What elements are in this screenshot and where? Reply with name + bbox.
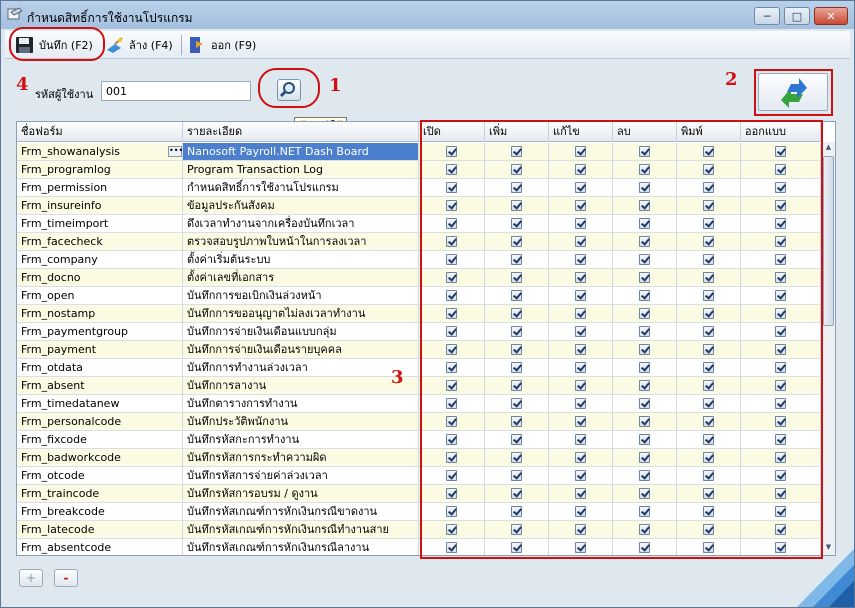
description-cell: บันทึกการขออนุญาตไม่ลงเวลาทำงาน — [183, 305, 419, 322]
description-cell: ดึงเวลาทำงานจากเครื่องบันทึกเวลา — [183, 215, 419, 232]
description-cell: บันทึกประวัติพนักงาน — [183, 413, 419, 430]
add-row-button[interactable]: + — [19, 569, 43, 587]
form-name-cell[interactable]: Frm_payment — [17, 341, 183, 358]
description-cell: บันทึกรหัสการอบรม / ดูงาน — [183, 485, 419, 502]
form-name-cell[interactable]: Frm_facecheck — [17, 233, 183, 250]
toolbar: บันทึก (F2) ล้าง (F4) ออก (F9) — [5, 31, 850, 59]
user-id-label: รหัสผู้ใช้งาน — [35, 88, 94, 101]
close-icon: ✕ — [826, 9, 836, 23]
description-cell: บันทึกรหัสกะการทำงาน — [183, 431, 419, 448]
minimize-icon: ─ — [763, 9, 771, 23]
form-name-cell[interactable]: Frm_permission — [17, 179, 183, 196]
exit-button[interactable]: ออก (F9) — [187, 34, 256, 56]
form-name-cell[interactable]: Frm_otcode — [17, 467, 183, 484]
form-name-cell[interactable]: Frm_open — [17, 287, 183, 304]
description-cell: บันทึกรหัสเกณฑ์การหักเงินกรณีทำงานสาย — [183, 521, 419, 538]
load-permissions-button[interactable] — [758, 73, 828, 111]
description-cell: ตรวจสอบรูปภาพใบหน้าในการลงเวลา — [183, 233, 419, 250]
clear-brush-icon — [107, 37, 123, 53]
form-name-cell[interactable]: Frm_traincode — [17, 485, 183, 502]
description-cell: บันทึกตารางการทำงาน — [183, 395, 419, 412]
callout-4: 4 — [16, 74, 29, 95]
user-id-input[interactable] — [101, 81, 251, 101]
refresh-arrows-icon — [781, 78, 807, 108]
form-name-cell[interactable]: Frm_latecode — [17, 521, 183, 538]
description-cell: บันทึกรหัสเกณฑ์การหักเงินกรณีขาดงาน — [183, 503, 419, 520]
form-name-cell[interactable]: Frm_programlog — [17, 161, 183, 178]
form-name-cell[interactable]: Frm_badworkcode — [17, 449, 183, 466]
form-name-cell[interactable]: Frm_company — [17, 251, 183, 268]
description-cell: บันทึกรหัสการกระทำความผิด — [183, 449, 419, 466]
maximize-button[interactable]: □ — [784, 7, 810, 25]
description-cell: Program Transaction Log — [183, 161, 419, 178]
minimize-button[interactable]: ─ — [754, 7, 780, 25]
search-user-button[interactable] — [277, 79, 301, 101]
remove-row-button[interactable]: - — [54, 569, 78, 587]
description-cell: ตั้งค่าเลขที่เอกสาร — [183, 269, 419, 286]
form-name-cell[interactable]: Frm_breakcode — [17, 503, 183, 520]
window-corner-graphic — [791, 541, 854, 607]
form-name-cell[interactable]: Frm_nostamp — [17, 305, 183, 322]
description-cell: บันทึกการทำงานล่วงเวลา — [183, 359, 419, 376]
form-name-cell[interactable]: Frm_insureinfo — [17, 197, 183, 214]
maximize-icon: □ — [791, 9, 803, 23]
form-name-cell[interactable]: Frm_fixcode — [17, 431, 183, 448]
description-cell: Nanosoft Payroll.NET Dash Board — [183, 143, 419, 160]
exit-door-icon — [190, 37, 203, 53]
scroll-thumb[interactable] — [823, 156, 834, 326]
description-cell: ข้อมูลประกันสังคม — [183, 197, 419, 214]
callout-1: 1 — [329, 75, 342, 96]
description-cell: ตั้งค่าเริ่มต้นระบบ — [183, 251, 419, 268]
save-annotation-ring — [9, 27, 105, 61]
exit-label: ออก (F9) — [211, 39, 257, 52]
form-name-cell[interactable]: Frm_timeimport — [17, 215, 183, 232]
callout-2: 2 — [725, 69, 738, 90]
magnifier-icon — [279, 82, 295, 98]
form-name-cell[interactable]: Frm_docno — [17, 269, 183, 286]
description-cell: บันทึกการจ่ายเงินเดือนแบบกลุ่ม — [183, 323, 419, 340]
description-cell: กำหนดสิทธิ์การใช้งานโปรแกรม — [183, 179, 419, 196]
app-icon — [7, 7, 23, 20]
form-name-cell[interactable]: Frm_timedatanew — [17, 395, 183, 412]
description-cell: บันทึกรหัสเกณฑ์การหักเงินกรณีลางาน — [183, 539, 419, 555]
form-name-cell[interactable]: Frm_absent — [17, 377, 183, 394]
clear-label: ล้าง (F4) — [129, 39, 173, 52]
clear-button[interactable]: ล้าง (F4) — [105, 34, 173, 56]
description-cell: บันทึกการลางาน — [183, 377, 419, 394]
column-header-0[interactable]: ชื่อฟอร์ม — [17, 122, 183, 142]
form-name-cell[interactable]: Frm_showanalysis — [17, 143, 183, 160]
scroll-up-icon[interactable]: ▲ — [823, 143, 834, 155]
permission-window: กำหนดสิทธิ์การใช้งานโปรแกรม ─ □ ✕ บันทึก… — [0, 0, 855, 608]
window-title: กำหนดสิทธิ์การใช้งานโปรแกรม — [27, 11, 193, 25]
close-button[interactable]: ✕ — [814, 7, 848, 25]
form-name-cell[interactable]: Frm_personalcode — [17, 413, 183, 430]
form-name-cell[interactable]: Frm_paymentgroup — [17, 323, 183, 340]
form-name-cell[interactable]: Frm_absentcode — [17, 539, 183, 555]
callout-3: 3 — [391, 367, 404, 388]
checkbox-annotation-box — [420, 120, 823, 559]
toolbar-separator — [181, 35, 182, 55]
form-name-cell[interactable]: Frm_otdata — [17, 359, 183, 376]
title-bar[interactable]: กำหนดสิทธิ์การใช้งานโปรแกรม ─ □ ✕ — [1, 1, 854, 29]
ellipsis-icon[interactable]: ••• — [168, 146, 183, 157]
column-header-1[interactable]: รายละเอียด — [183, 122, 419, 142]
description-cell: บันทึกการจ่ายเงินเดือนรายบุคคล — [183, 341, 419, 358]
vertical-scrollbar[interactable]: ▲ ▼ — [821, 142, 835, 555]
description-cell: บันทึกการขอเบิกเงินล่วงหน้า — [183, 287, 419, 304]
description-cell: บันทึกรหัสการจ่ายค่าล่วงเวลา — [183, 467, 419, 484]
